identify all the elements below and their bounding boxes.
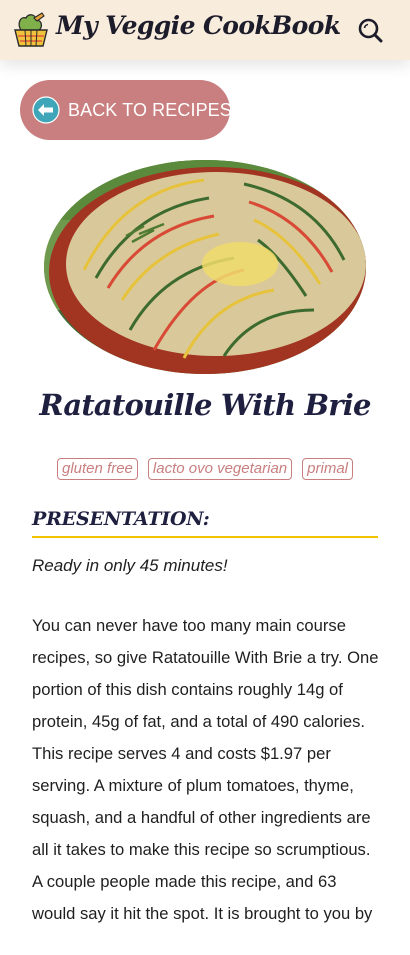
veggie-basket-icon[interactable] [12,12,50,48]
ready-time-text: Ready in only 45 minutes! [32,556,228,575]
recipe-title: Ratatouille With Brie [39,388,371,422]
diet-tags: gluten free lacto ovo vegetarian primal [0,458,410,480]
recipe-summary: You can never have too many main course … [32,616,379,923]
tag-primal[interactable]: primal [302,458,353,480]
site-title[interactable]: My Veggie CookBook [56,11,341,40]
tag-gluten-free[interactable]: gluten free [57,458,138,480]
arrow-left-circle-icon [32,96,60,124]
tag-lacto-ovo-vegetarian[interactable]: lacto ovo vegetarian [147,458,293,480]
search-icon[interactable] [356,16,384,44]
back-to-recipes-button[interactable]: BACK TO RECIPES [20,80,232,140]
recipe-image [44,160,366,374]
presentation-heading: PRESENTATION: [32,508,378,538]
back-button-label: BACK TO RECIPES [68,100,232,120]
app-header: My Veggie CookBook [0,0,410,60]
ratatouille-dish-photo [44,160,366,374]
